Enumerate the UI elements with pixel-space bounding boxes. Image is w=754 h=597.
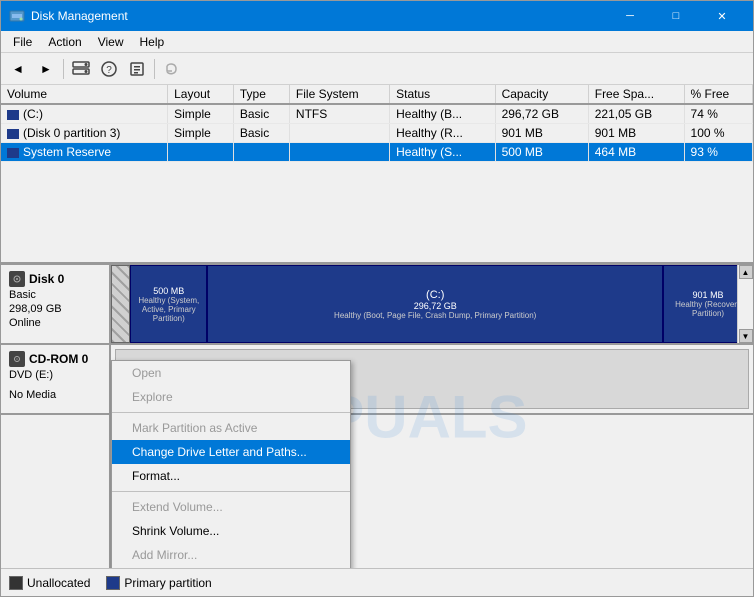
cell-2-0: System Reserve: [1, 143, 168, 162]
disk-view-button[interactable]: [68, 56, 94, 82]
col-capacity[interactable]: Capacity: [495, 85, 588, 104]
cell-2-2: [233, 143, 289, 162]
primary-legend-box: [106, 576, 120, 590]
title-bar: Disk Management ─ □ ✕: [1, 1, 753, 31]
maximize-button[interactable]: □: [653, 1, 699, 31]
menu-help[interactable]: Help: [132, 33, 173, 51]
col-volume[interactable]: Volume: [1, 85, 168, 104]
ctx-item-format[interactable]: Format...: [112, 464, 350, 488]
cdrom-0-label: CD-ROM 0 DVD (E:) No Media: [1, 345, 109, 415]
window-title: Disk Management: [31, 9, 607, 23]
col-status[interactable]: Status: [390, 85, 495, 104]
cell-0-6: 221,05 GB: [588, 104, 684, 124]
disk-0-icon: [9, 271, 25, 287]
app-icon: [9, 8, 25, 24]
disk-map-pane: Disk 0 Basic 298,09 GB Online: [1, 265, 753, 568]
unallocated-legend-box: [9, 576, 23, 590]
primary-label: Primary partition: [124, 576, 211, 590]
col-filesystem[interactable]: File System: [289, 85, 389, 104]
menu-view[interactable]: View: [90, 33, 132, 51]
menu-file[interactable]: File: [5, 33, 40, 51]
cell-2-4: Healthy (S...: [390, 143, 495, 162]
help-button[interactable]: ?: [96, 56, 122, 82]
table-row[interactable]: System Reserve Healthy (S...500 MB464 MB9…: [1, 143, 753, 162]
cell-0-5: 296,72 GB: [495, 104, 588, 124]
cell-2-3: [289, 143, 389, 162]
cdrom-0-status: No Media: [9, 389, 101, 401]
cell-2-1: [168, 143, 234, 162]
menu-bar: File Action View Help: [1, 31, 753, 53]
disk-0-row: 500 MB Healthy (System, Active, Primary …: [111, 265, 753, 345]
disk-0-size: 298,09 GB: [9, 303, 101, 315]
ctx-item-extend-volume: Extend Volume...: [112, 495, 350, 519]
main-content: Volume Layout Type File System Status Ca…: [1, 85, 753, 568]
col-pct[interactable]: % Free: [684, 85, 752, 104]
cell-2-5: 500 MB: [495, 143, 588, 162]
cell-1-4: Healthy (R...: [390, 124, 495, 143]
cell-0-3: NTFS: [289, 104, 389, 124]
toolbar: ◄ ► ?: [1, 53, 753, 85]
cell-0-0: (C:): [1, 104, 168, 124]
disk-management-window: Disk Management ─ □ ✕ File Action View H…: [0, 0, 754, 597]
cell-1-2: Basic: [233, 124, 289, 143]
close-button[interactable]: ✕: [699, 1, 745, 31]
svg-text:?: ?: [106, 65, 112, 76]
ctx-item-delete-volume[interactable]: Delete Volume...: [112, 567, 350, 568]
ctx-item-open: Open: [112, 361, 350, 385]
menu-action[interactable]: Action: [40, 33, 89, 51]
cell-1-5: 901 MB: [495, 124, 588, 143]
ctx-separator-2: [112, 412, 350, 413]
disk-0-name: Disk 0: [9, 271, 101, 287]
properties-button[interactable]: [124, 56, 150, 82]
toolbar-separator-1: [63, 59, 64, 79]
volume-table: Volume Layout Type File System Status Ca…: [1, 85, 753, 162]
cell-1-3: [289, 124, 389, 143]
cell-1-6: 901 MB: [588, 124, 684, 143]
back-button[interactable]: ◄: [5, 56, 31, 82]
ctx-item-mark-partition-as-active: Mark Partition as Active: [112, 416, 350, 440]
table-row[interactable]: (Disk 0 partition 3)SimpleBasic Healthy (…: [1, 124, 753, 143]
vertical-scrollbar[interactable]: ▲ ▼: [737, 265, 753, 343]
cell-2-7: 93 %: [684, 143, 752, 162]
table-row[interactable]: (C:)SimpleBasicNTFSHealthy (B...296,72 G…: [1, 104, 753, 124]
undo-button[interactable]: [159, 56, 185, 82]
col-layout[interactable]: Layout: [168, 85, 234, 104]
disk-label-pane: Disk 0 Basic 298,09 GB Online: [1, 265, 111, 568]
cell-1-7: 100 %: [684, 124, 752, 143]
cdrom-0-icon: [9, 351, 25, 367]
system-reserve-partition[interactable]: 500 MB Healthy (System, Active, Primary …: [130, 265, 207, 343]
unallocated-label: Unallocated: [27, 576, 90, 590]
col-free[interactable]: Free Spa...: [588, 85, 684, 104]
cdrom-0-type: DVD (E:): [9, 369, 101, 381]
volume-table-pane: Volume Layout Type File System Status Ca…: [1, 85, 753, 265]
cell-0-1: Simple: [168, 104, 234, 124]
toolbar-separator-2: [154, 59, 155, 79]
cell-2-6: 464 MB: [588, 143, 684, 162]
minimize-button[interactable]: ─: [607, 1, 653, 31]
status-bar: Unallocated Primary partition: [1, 568, 753, 596]
unallocated-legend: Unallocated: [9, 576, 90, 590]
cell-1-1: Simple: [168, 124, 234, 143]
disk-0-type: Basic: [9, 289, 101, 301]
ctx-item-explore: Explore: [112, 385, 350, 409]
window-controls: ─ □ ✕: [607, 1, 745, 31]
col-type[interactable]: Type: [233, 85, 289, 104]
cell-0-7: 74 %: [684, 104, 752, 124]
context-menu: OpenExplore Mark Partition as ActiveChang…: [111, 360, 351, 568]
disk-0-label: Disk 0 Basic 298,09 GB Online: [1, 265, 109, 345]
ctx-item-add-mirror: Add Mirror...: [112, 543, 350, 567]
ctx-item-change-drive-letter-and-paths[interactable]: Change Drive Letter and Paths...: [112, 440, 350, 464]
forward-button[interactable]: ►: [33, 56, 59, 82]
disk-0-status: Online: [9, 317, 101, 329]
ctx-separator-6: [112, 491, 350, 492]
unallocated-partition[interactable]: [111, 265, 130, 343]
ctx-item-shrink-volume[interactable]: Shrink Volume...: [112, 519, 350, 543]
cdrom-0-name: CD-ROM 0: [9, 351, 101, 367]
cell-0-4: Healthy (B...: [390, 104, 495, 124]
cell-0-2: Basic: [233, 104, 289, 124]
cell-1-0: (Disk 0 partition 3): [1, 124, 168, 143]
primary-legend: Primary partition: [106, 576, 211, 590]
c-drive-partition[interactable]: (C:) 296,72 GB Healthy (Boot, Page File,…: [207, 265, 663, 343]
